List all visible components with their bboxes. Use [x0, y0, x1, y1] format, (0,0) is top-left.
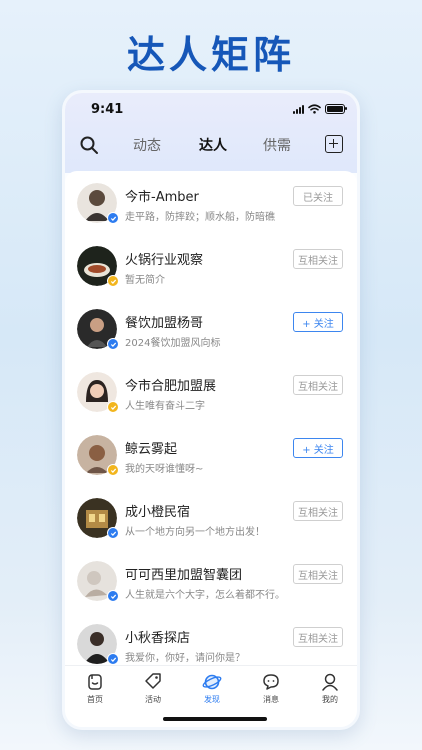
list-item[interactable]: 今市合肥加盟展 人生唯有奋斗二字 互相关注	[65, 362, 357, 425]
tabbar-label: 消息	[263, 695, 279, 704]
user-name: 小秋香探店	[125, 631, 191, 646]
phone-frame: 9:41 动态 达人 供需 今市-Amber 走平路，防摔跤；顺水船，防暗礁 已…	[62, 90, 360, 730]
status-time: 9:41	[91, 102, 124, 117]
tabbar-label: 发现	[204, 695, 220, 704]
user-bio: 人生唯有奋斗二字	[125, 401, 205, 412]
avatar[interactable]	[77, 624, 119, 665]
tag-icon	[145, 673, 161, 689]
user-bio: 2024餐饮加盟风向标	[125, 338, 221, 349]
user-name: 今市合肥加盟展	[125, 379, 217, 394]
tabbar-item-home[interactable]: 首页	[75, 672, 115, 705]
user-bio: 我爱你，你好，请问你是？	[125, 653, 245, 664]
user-bio: 从一个地方向另一个地方出发！	[125, 527, 265, 538]
avatar[interactable]	[77, 498, 119, 539]
verified-badge-icon	[107, 401, 119, 413]
verified-badge-icon	[107, 464, 119, 476]
avatar[interactable]	[77, 372, 119, 413]
user-list: 今市-Amber 走平路，防摔跤；顺水船，防暗礁 已关注 火锅行业观察 暂无简介…	[65, 171, 357, 665]
follow-button[interactable]: 互相关注	[293, 501, 343, 521]
tabbar-label: 活动	[145, 695, 161, 704]
verified-badge-icon	[107, 527, 119, 539]
user-name: 成小橙民宿	[125, 505, 191, 520]
user-name: 餐饮加盟杨哥	[125, 316, 204, 331]
list-item[interactable]: 小秋香探店 我爱你，你好，请问你是？ 互相关注	[65, 614, 357, 665]
status-bar: 9:41	[65, 101, 357, 121]
battery-icon	[325, 104, 347, 114]
list-item[interactable]: 鲸云雾起 我的天呀谁懂呀~ + 关注	[65, 425, 357, 488]
verified-badge-icon	[107, 338, 119, 350]
avatar[interactable]	[77, 246, 119, 287]
avatar[interactable]	[77, 435, 119, 476]
tab-talents[interactable]: 达人	[199, 135, 227, 155]
user-name: 今市-Amber	[125, 190, 199, 205]
top-nav: 动态 达人 供需	[65, 131, 357, 159]
avatar[interactable]	[77, 561, 119, 602]
user-bio: 我的天呀谁懂呀~	[125, 464, 204, 475]
follow-button[interactable]: + 关注	[293, 312, 343, 332]
headline: 达人矩阵	[126, 33, 295, 77]
search-icon[interactable]	[79, 135, 99, 155]
list-item[interactable]: 火锅行业观察 暂无简介 互相关注	[65, 236, 357, 299]
follow-button[interactable]: 互相关注	[293, 375, 343, 395]
home-icon	[88, 674, 102, 690]
verified-badge-icon	[107, 275, 119, 287]
tab-dynamic[interactable]: 动态	[133, 135, 161, 155]
avatar[interactable]	[77, 183, 119, 224]
follow-button[interactable]: 互相关注	[293, 249, 343, 269]
tabbar-label: 首页	[87, 695, 103, 704]
tabbar-item-discover[interactable]: 发现	[192, 672, 232, 705]
follow-button[interactable]: 已关注	[293, 186, 343, 206]
user-bio: 走平路，防摔跤；顺水船，防暗礁	[125, 212, 275, 223]
wifi-icon	[308, 104, 321, 114]
avatar[interactable]	[77, 309, 119, 350]
verified-badge-icon	[107, 212, 119, 224]
signal-icon	[293, 104, 304, 114]
list-item[interactable]: 成小橙民宿 从一个地方向另一个地方出发！ 互相关注	[65, 488, 357, 551]
user-name: 火锅行业观察	[125, 253, 204, 268]
tabbar-item-activity[interactable]: 活动	[133, 672, 173, 705]
follow-button[interactable]: + 关注	[293, 438, 343, 458]
list-item[interactable]: 今市-Amber 走平路，防摔跤；顺水船，防暗礁 已关注	[65, 173, 357, 236]
tab-supply-demand[interactable]: 供需	[263, 135, 291, 155]
tabbar-label: 我的	[322, 695, 338, 704]
user-bio: 暂无简介	[125, 275, 165, 286]
list-item[interactable]: 餐饮加盟杨哥 2024餐饮加盟风向标 + 关注	[65, 299, 357, 362]
user-bio: 人生就是六个大字，怎么着都不行。	[125, 590, 285, 601]
tabbar-item-messages[interactable]: 消息	[251, 672, 291, 705]
user-name: 鲸云雾起	[125, 442, 178, 457]
tabbar-item-profile[interactable]: 我的	[310, 672, 350, 705]
status-icons	[293, 104, 347, 114]
verified-badge-icon	[107, 653, 119, 665]
follow-button[interactable]: 互相关注	[293, 564, 343, 584]
planet-icon	[202, 674, 222, 690]
follow-button[interactable]: 互相关注	[293, 627, 343, 647]
verified-badge-icon	[107, 590, 119, 602]
home-indicator	[163, 717, 267, 721]
list-item[interactable]: 可可西里加盟智囊团 人生就是六个大字，怎么着都不行。 互相关注	[65, 551, 357, 614]
user-name: 可可西里加盟智囊团	[125, 568, 243, 583]
profile-icon	[322, 673, 338, 691]
add-square-icon[interactable]	[325, 135, 343, 153]
message-icon	[263, 674, 279, 690]
